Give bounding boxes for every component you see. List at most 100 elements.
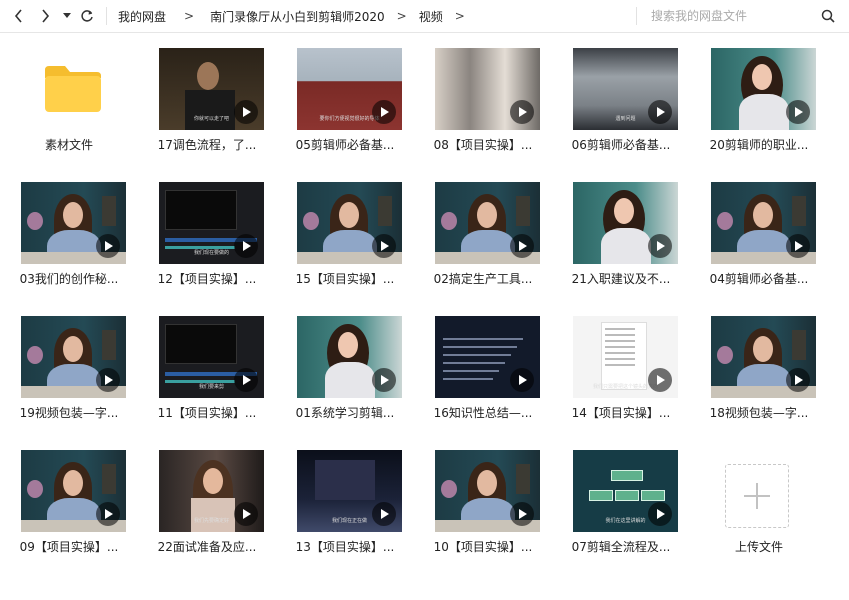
play-icon bbox=[648, 368, 672, 392]
file-name: 08【项目实操】... bbox=[433, 138, 533, 152]
play-icon bbox=[372, 100, 396, 124]
video-file-item[interactable]: 15【项目实操】... bbox=[276, 166, 414, 300]
video-thumbnail bbox=[21, 182, 126, 264]
play-icon bbox=[648, 502, 672, 526]
file-name: 13【项目实操】... bbox=[295, 540, 395, 554]
plus-icon bbox=[725, 464, 789, 528]
file-name: 18视频包装—字... bbox=[709, 406, 809, 420]
play-icon bbox=[786, 100, 810, 124]
play-icon bbox=[648, 234, 672, 258]
breadcrumb-separator: > bbox=[184, 9, 195, 23]
video-file-item[interactable]: 18视频包装—字... bbox=[690, 300, 828, 434]
breadcrumb-item-root[interactable]: 我的网盘 bbox=[118, 8, 166, 25]
play-icon bbox=[510, 368, 534, 392]
file-name: 09【项目实操】... bbox=[19, 540, 119, 554]
breadcrumb: 我的网盘 > 南门录像厅从小白到剪辑师2020 > 视频 > bbox=[118, 0, 477, 32]
search-button[interactable] bbox=[818, 6, 838, 26]
video-file-item[interactable]: 08【项目实操】... bbox=[414, 32, 552, 166]
video-file-item[interactable]: 我们现在正在做 13【项目实操】... bbox=[276, 434, 414, 568]
search-icon bbox=[821, 9, 835, 23]
history-dropdown[interactable] bbox=[60, 0, 74, 32]
play-icon bbox=[786, 368, 810, 392]
search-box bbox=[651, 0, 811, 32]
file-name: 素材文件 bbox=[44, 138, 93, 152]
video-thumbnail: 遇到问题 bbox=[573, 48, 678, 130]
video-file-item[interactable]: 要你们方便视觉很好的导体 05剪辑师必备基... bbox=[276, 32, 414, 166]
breadcrumb-separator: > bbox=[454, 9, 465, 23]
video-thumbnail: 你就可以走了吧 bbox=[159, 48, 264, 130]
video-thumbnail: 我们只需要把这个镜头的方向 bbox=[573, 316, 678, 398]
video-thumbnail: 我们现在要做的 bbox=[159, 182, 264, 264]
file-name: 04剪辑师必备基... bbox=[709, 272, 809, 286]
file-name: 02搞定生产工具... bbox=[433, 272, 533, 286]
play-icon bbox=[372, 368, 396, 392]
refresh-icon bbox=[81, 10, 93, 22]
file-name: 17调色流程，了... bbox=[157, 138, 257, 152]
file-name: 01系统学习剪辑... bbox=[295, 406, 395, 420]
video-file-item[interactable]: 19视频包装—字... bbox=[0, 300, 138, 434]
breadcrumb-item-current[interactable]: 视频 bbox=[419, 8, 443, 25]
video-file-item[interactable]: 我们要来剪 11【项目实操】... bbox=[138, 300, 276, 434]
video-file-item[interactable]: 09【项目实操】... bbox=[0, 434, 138, 568]
play-icon bbox=[234, 234, 258, 258]
play-icon bbox=[786, 234, 810, 258]
video-thumbnail bbox=[435, 48, 540, 130]
folder-item[interactable]: 素材文件 bbox=[0, 32, 138, 166]
breadcrumb-item-course[interactable]: 南门录像厅从小白到剪辑师2020 bbox=[210, 8, 385, 25]
video-file-item[interactable]: 21入职建议及不... bbox=[552, 166, 690, 300]
file-name: 20剪辑师的职业... bbox=[709, 138, 809, 152]
play-icon bbox=[96, 502, 120, 526]
file-name: 21入职建议及不... bbox=[571, 272, 671, 286]
toolbar: 我的网盘 > 南门录像厅从小白到剪辑师2020 > 视频 > bbox=[0, 0, 849, 33]
play-icon bbox=[96, 234, 120, 258]
video-thumbnail: 我们在这里讲解的 bbox=[573, 450, 678, 532]
play-icon bbox=[372, 502, 396, 526]
video-thumbnail bbox=[435, 450, 540, 532]
search-input[interactable] bbox=[651, 9, 801, 23]
video-thumbnail bbox=[573, 182, 678, 264]
forward-button[interactable] bbox=[36, 0, 54, 32]
file-name: 19视频包装—字... bbox=[19, 406, 119, 420]
play-icon bbox=[510, 502, 534, 526]
video-thumbnail: 我们要来剪 bbox=[159, 316, 264, 398]
video-thumbnail: 我们现在正在做 bbox=[297, 450, 402, 532]
play-icon bbox=[234, 100, 258, 124]
back-button[interactable] bbox=[10, 0, 28, 32]
video-file-item[interactable]: 我们先要确定好 22面试准备及应... bbox=[138, 434, 276, 568]
chevron-right-icon bbox=[42, 9, 50, 23]
video-thumbnail bbox=[711, 316, 816, 398]
video-file-item[interactable]: 你就可以走了吧 17调色流程，了... bbox=[138, 32, 276, 166]
video-thumbnail bbox=[297, 316, 402, 398]
video-file-item[interactable]: 01系统学习剪辑... bbox=[276, 300, 414, 434]
video-file-item[interactable]: 10【项目实操】... bbox=[414, 434, 552, 568]
file-name: 14【项目实操】... bbox=[571, 406, 671, 420]
video-thumbnail bbox=[435, 182, 540, 264]
file-name: 上传文件 bbox=[734, 540, 783, 554]
breadcrumb-separator: > bbox=[396, 9, 407, 23]
refresh-button[interactable] bbox=[78, 0, 96, 32]
video-file-item[interactable]: 16知识性总结—... bbox=[414, 300, 552, 434]
video-file-item[interactable]: 04剪辑师必备基... bbox=[690, 166, 828, 300]
play-icon bbox=[96, 368, 120, 392]
video-thumbnail bbox=[297, 182, 402, 264]
video-thumbnail bbox=[711, 48, 816, 130]
upload-file-button[interactable]: 上传文件 bbox=[690, 434, 828, 568]
folder-icon bbox=[45, 66, 101, 112]
video-thumbnail bbox=[711, 182, 816, 264]
chevron-left-icon bbox=[14, 9, 22, 23]
video-thumbnail: 我们先要确定好 bbox=[159, 450, 264, 532]
video-file-item[interactable]: 02搞定生产工具... bbox=[414, 166, 552, 300]
file-name: 12【项目实操】... bbox=[157, 272, 257, 286]
play-icon bbox=[234, 368, 258, 392]
video-file-item[interactable]: 我们现在要做的 12【项目实操】... bbox=[138, 166, 276, 300]
video-file-item[interactable]: 我们在这里讲解的 07剪辑全流程及... bbox=[552, 434, 690, 568]
file-name: 05剪辑师必备基... bbox=[295, 138, 395, 152]
play-icon bbox=[234, 502, 258, 526]
video-file-item[interactable]: 我们只需要把这个镜头的方向 14【项目实操】... bbox=[552, 300, 690, 434]
video-file-item[interactable]: 20剪辑师的职业... bbox=[690, 32, 828, 166]
file-name: 07剪辑全流程及... bbox=[571, 540, 671, 554]
video-file-item[interactable]: 遇到问题 06剪辑师必备基... bbox=[552, 32, 690, 166]
caret-down-icon bbox=[63, 13, 71, 18]
play-icon bbox=[510, 100, 534, 124]
video-file-item[interactable]: 03我们的创作秘... bbox=[0, 166, 138, 300]
